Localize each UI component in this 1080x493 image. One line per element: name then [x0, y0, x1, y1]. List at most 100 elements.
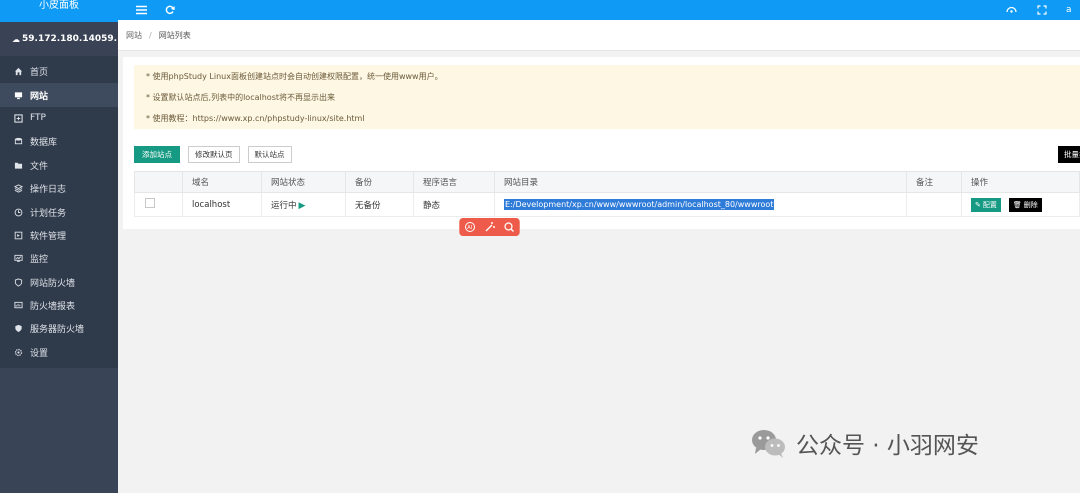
column-header-note: 备注 [906, 171, 962, 193]
search-icon[interactable] [499, 218, 520, 236]
row-checkbox[interactable] [145, 198, 155, 208]
sidebar-item-label: 网站防火墙 [30, 278, 76, 289]
server-shield-icon [14, 324, 23, 333]
magic-wand-icon[interactable] [479, 218, 500, 236]
sidebar-item-firewall-report[interactable]: 防火墙报表 [0, 294, 118, 317]
column-header-status: 网站状态 [261, 171, 346, 193]
language-cell: 静态 [413, 192, 495, 217]
sidebar-item-label: 服务器防火墙 [30, 325, 85, 336]
table-row: localhost 运行中 ▶ 无备份 静态 E:/Development/xp.… [134, 192, 1080, 217]
sidebar-item-label: 软件管理 [30, 231, 67, 242]
delete-label: 删除 [1023, 200, 1038, 209]
host-selector[interactable]: ☁ 59.172.180.14059... [0, 22, 137, 56]
domain-cell[interactable]: localhost [182, 192, 262, 217]
theme-icon[interactable] [1004, 3, 1018, 17]
monitor-icon [14, 91, 23, 100]
watermark-text: 公众号 · 小羽网安 [796, 433, 979, 459]
svg-text:AI: AI [467, 225, 472, 231]
gear-icon [14, 348, 23, 357]
cloud-icon: ☁ [12, 34, 20, 44]
column-header-domain: 域名 [182, 171, 262, 193]
host-address: 59.172.180.14059... [22, 34, 124, 44]
status-cell[interactable]: 运行中 ▶ [261, 192, 346, 217]
status-text: 运行中 [271, 200, 297, 211]
sidebar-item-website[interactable]: 网站 [0, 83, 118, 107]
breadcrumb-parent[interactable]: 网站 [126, 30, 142, 41]
sidebar-menu: 首页 网站 FTP 数据库 文件 操作日志 计划任务 软件管理 监控 网站防火墙… [0, 56, 118, 368]
notice-line: * 使用phpStudy Linux面板创建站点时会自动创建权限配置，统一使用w… [146, 72, 443, 81]
sidebar-item-ftp[interactable]: FTP [0, 107, 118, 130]
home-icon [14, 67, 23, 76]
clock-icon [14, 208, 23, 217]
sidebar-item-label: 操作日志 [30, 185, 67, 196]
brand-title: 小皮面板 [0, 0, 118, 22]
sidebar-item-database[interactable]: 数据库 [0, 130, 118, 153]
pencil-icon: ✎ [975, 200, 981, 209]
selection-toolbar: AI [459, 218, 520, 236]
sidebar-item-label: 防火墙报表 [30, 302, 76, 313]
sidebar-item-label: 计划任务 [30, 208, 67, 219]
config-button[interactable]: ✎ 配置 [971, 197, 1001, 212]
wechat-icon [752, 430, 785, 458]
menu-toggle-icon[interactable] [134, 3, 148, 17]
shield-icon [14, 278, 23, 287]
sidebar-item-logs[interactable]: 操作日志 [0, 177, 118, 200]
sidebar-item-home[interactable]: 首页 [0, 60, 118, 83]
note-cell[interactable] [906, 192, 962, 217]
sidebar: 小皮面板 ☁ 59.172.180.14059... 首页 网站 FTP 数据库… [0, 0, 137, 493]
trash-icon: 🗑 [1012, 200, 1022, 209]
column-header-actions: 操作 [961, 171, 1080, 193]
breadcrumb-separator: / [149, 30, 152, 40]
batch-operation-button[interactable]: 批量操 [1058, 146, 1080, 163]
sidebar-item-server-firewall[interactable]: 服务器防火墙 [0, 317, 118, 340]
user-menu[interactable]: a [1066, 5, 1080, 15]
watermark: 公众号 · 小羽网安 [750, 426, 979, 460]
play-icon[interactable]: ▶ [299, 201, 306, 211]
actions-cell: ✎ 配置 🗑 删除 [961, 192, 1080, 217]
column-header-language: 程序语言 [413, 171, 495, 193]
column-header-backup: 备份 [345, 171, 414, 193]
software-icon [14, 231, 23, 240]
layers-icon [14, 184, 23, 193]
site-list-panel: * 使用phpStudy Linux面板创建站点时会自动创建权限配置，统一使用w… [123, 57, 1080, 229]
sidebar-item-label: 首页 [30, 68, 49, 79]
table-header-row: 域名 网站状态 备份 程序语言 网站目录 备注 操作 [134, 171, 1080, 193]
refresh-icon[interactable] [163, 3, 177, 17]
row-select-cell [134, 192, 183, 217]
path-cell[interactable]: E:/Development/xp.cn/www/wwwroot/admin/l… [494, 192, 907, 217]
config-label: 配置 [982, 200, 997, 209]
sidebar-item-label: FTP [30, 113, 46, 124]
fullscreen-icon[interactable] [1035, 3, 1049, 17]
folder-icon [14, 161, 23, 170]
add-site-button[interactable]: 添加站点 [134, 146, 180, 163]
monitor-chart-icon [14, 254, 23, 263]
sidebar-item-waf[interactable]: 网站防火墙 [0, 271, 118, 294]
report-icon [14, 301, 23, 310]
notice-line: * 使用教程：https://www.xp.cn/phpstudy-linux/… [146, 114, 365, 123]
sidebar-item-software[interactable]: 软件管理 [0, 224, 118, 247]
sidebar-item-label: 设置 [30, 348, 49, 359]
sidebar-item-cron[interactable]: 计划任务 [0, 200, 118, 223]
default-site-button[interactable]: 默认站点 [247, 146, 292, 163]
site-path[interactable]: E:/Development/xp.cn/www/wwwroot/admin/l… [504, 198, 775, 210]
database-icon [14, 137, 23, 146]
select-all-header[interactable] [134, 171, 183, 193]
toolbar: 添加站点 修改默认页 默认站点 [134, 146, 292, 163]
notice-box: * 使用phpStudy Linux面板创建站点时会自动创建权限配置，统一使用w… [134, 65, 1080, 129]
sidebar-item-label: 监控 [30, 255, 49, 266]
ftp-icon [14, 114, 23, 123]
sidebar-item-label: 网站 [30, 91, 49, 102]
notice-line: * 设置默认站点后,列表中的localhost将不再显示出来 [146, 93, 335, 102]
backup-cell[interactable]: 无备份 [345, 192, 414, 217]
breadcrumb-current: 网站列表 [158, 30, 191, 40]
edit-default-page-button[interactable]: 修改默认页 [188, 146, 240, 163]
delete-button[interactable]: 🗑 删除 [1008, 197, 1042, 212]
sidebar-item-label: 数据库 [30, 138, 58, 149]
ai-icon[interactable]: AI [460, 218, 480, 236]
sidebar-item-label: 文件 [30, 161, 49, 172]
sidebar-item-monitor[interactable]: 监控 [0, 247, 118, 270]
sidebar-item-settings[interactable]: 设置 [0, 341, 118, 364]
site-table: 域名 网站状态 备份 程序语言 网站目录 备注 操作 localhost 运行中… [134, 171, 1080, 217]
top-bar: a [118, 0, 1080, 20]
sidebar-item-files[interactable]: 文件 [0, 154, 118, 177]
